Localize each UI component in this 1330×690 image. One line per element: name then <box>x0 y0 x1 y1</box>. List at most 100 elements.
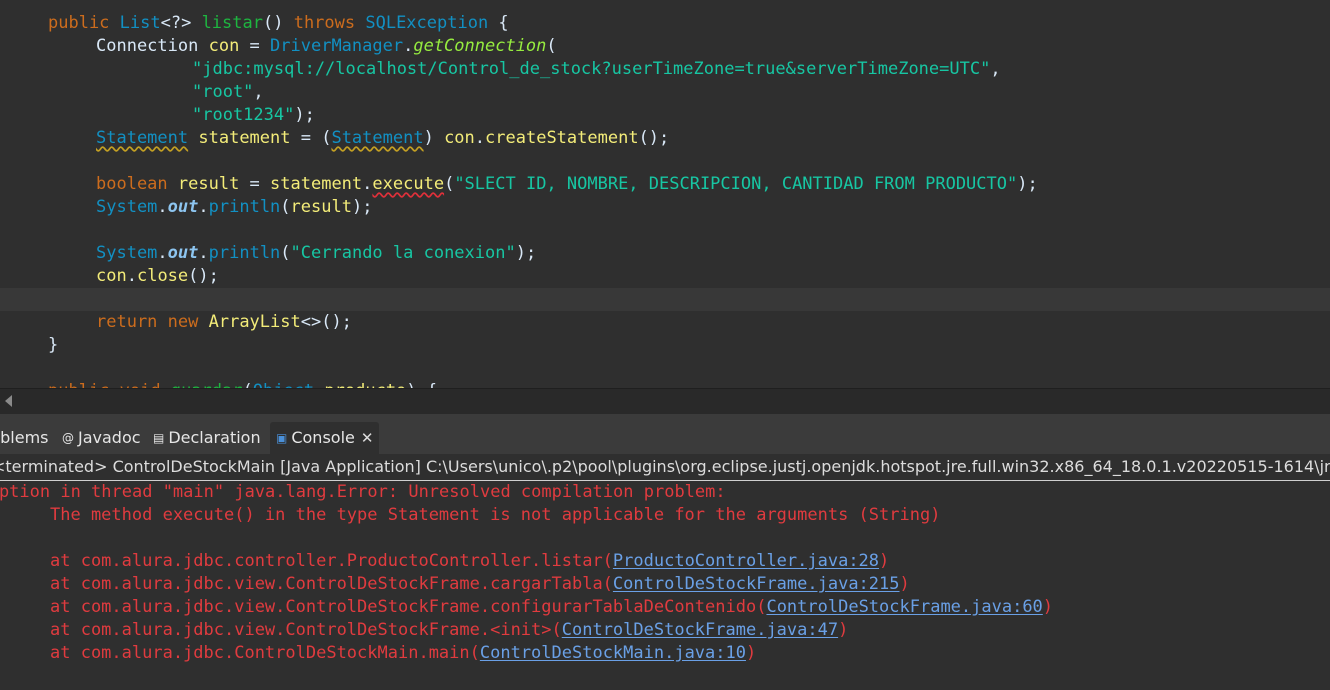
view-tab-bar: ⚠Problems @Javadoc ▤Declaration ▣Console… <box>0 414 1330 454</box>
code-token: SQLException <box>365 13 489 33</box>
stack-frame: at com.alura.jdbc.ControlDeStockMain.mai… <box>50 642 756 665</box>
code-token: ArrayList <box>208 312 301 332</box>
code-token: . <box>474 128 486 148</box>
code-line[interactable]: return new ArrayList<>(); <box>0 311 1330 334</box>
tab-declaration[interactable]: ▤ Declaration <box>153 422 261 454</box>
code-token: Connection <box>96 36 209 56</box>
console-icon: ▣ <box>276 431 288 445</box>
code-token: = <box>239 174 271 194</box>
close-icon[interactable]: ✕ <box>361 429 374 447</box>
code-line[interactable] <box>0 219 1330 242</box>
exception-line: Exception in thread "main" java.lang.Err… <box>0 482 736 502</box>
editor-horizontal-scrollbar[interactable] <box>0 388 1330 415</box>
tab-problems[interactable]: ⚠Problems <box>0 422 49 454</box>
stack-frame-method: at com.alura.jdbc.ControlDeStockMain.mai… <box>50 643 480 663</box>
code-editor[interactable]: public List<?> listar() throws SQLExcept… <box>0 0 1330 390</box>
code-token: statement <box>270 174 363 194</box>
source-link[interactable]: ProductoController.java:28 <box>613 551 879 571</box>
code-token: "root" <box>192 82 254 102</box>
scroll-left-arrow-icon[interactable] <box>5 395 12 407</box>
source-link[interactable]: ControlDeStockFrame.java:47 <box>562 620 838 640</box>
code-token: con <box>208 36 240 56</box>
code-token: , <box>990 59 1001 79</box>
code-token: execute <box>372 174 445 194</box>
code-token: = ( <box>290 128 332 148</box>
tab-javadoc[interactable]: @ Javadoc <box>62 422 141 454</box>
error-message: The method execute() in the type Stateme… <box>50 505 941 525</box>
code-token: ) <box>423 128 445 148</box>
code-token: println <box>208 197 281 217</box>
stack-frame-method: at com.alura.jdbc.view.ControlDeStockFra… <box>50 574 613 594</box>
code-token: "Cerrando la conexion" <box>290 243 516 263</box>
code-line[interactable]: "root1234"); <box>0 104 1330 127</box>
stack-frame-method: at com.alura.jdbc.view.ControlDeStockFra… <box>50 597 767 617</box>
source-link[interactable]: ControlDeStockFrame.java:60 <box>766 597 1042 617</box>
code-token: ); <box>351 197 373 217</box>
code-line[interactable]: Statement statement = (Statement) con.cr… <box>0 127 1330 150</box>
declaration-icon: ▤ <box>153 431 165 445</box>
code-token: out <box>167 197 199 217</box>
stack-frame: at com.alura.jdbc.view.ControlDeStockFra… <box>50 619 848 642</box>
code-token: listar <box>201 13 263 33</box>
code-token: result <box>177 174 240 194</box>
code-line[interactable]: "root", <box>0 81 1330 104</box>
code-token: con <box>96 266 127 286</box>
code-line[interactable]: con.close(); <box>0 265 1330 288</box>
code-token: . <box>198 243 209 263</box>
code-token: { <box>488 13 509 33</box>
code-line[interactable]: boolean result = statement.execute("SLEC… <box>0 173 1330 196</box>
code-token: ); <box>294 105 315 125</box>
code-token: . <box>157 243 168 263</box>
code-token: ( <box>280 197 291 217</box>
code-token: statement <box>198 128 291 148</box>
code-token: out <box>167 243 199 263</box>
console-output[interactable]: Exception in thread "main" java.lang.Err… <box>0 481 1330 690</box>
code-line[interactable]: System.out.println("Cerrando la conexion… <box>0 242 1330 265</box>
code-token: con <box>444 128 475 148</box>
code-token: DriverManager <box>270 36 404 56</box>
code-token: System <box>96 243 158 263</box>
code-token: return <box>96 312 168 332</box>
code-line[interactable]: Connection con = DriverManager.getConnec… <box>0 35 1330 58</box>
code-token: <?> <box>160 13 202 33</box>
code-token: getConnection <box>413 36 547 56</box>
code-token: } <box>48 335 59 355</box>
code-token: ); <box>1017 174 1038 194</box>
stack-frame: at com.alura.jdbc.controller.ProductoCon… <box>50 550 889 573</box>
stack-frame-method: at com.alura.jdbc.controller.ProductoCon… <box>50 551 613 571</box>
code-token: Statement <box>96 128 189 148</box>
stack-frame-end: ) <box>1042 597 1054 617</box>
code-line[interactable] <box>0 288 1330 311</box>
code-token: result <box>290 197 352 217</box>
code-token: createStatement <box>485 128 639 148</box>
code-token: "root1234" <box>192 105 295 125</box>
code-token: List <box>119 13 161 33</box>
stack-frame-end: ) <box>879 551 890 571</box>
code-line[interactable] <box>0 357 1330 380</box>
source-link[interactable]: ControlDeStockFrame.java:215 <box>613 574 900 594</box>
code-token: boolean <box>96 174 178 194</box>
console-process-label: <terminated> ControlDeStockMain [Java Ap… <box>0 454 1330 481</box>
code-token: new <box>167 312 209 332</box>
code-token: (); <box>638 128 670 148</box>
code-token: . <box>126 266 137 286</box>
code-token: () <box>262 13 294 33</box>
code-token: "SLECT ID, NOMBRE, DESCRIPCION, CANTIDAD… <box>454 174 1018 194</box>
code-token: (); <box>188 266 219 286</box>
source-link[interactable]: ControlDeStockMain.java:10 <box>480 643 746 663</box>
stack-frame: at com.alura.jdbc.view.ControlDeStockFra… <box>50 573 910 596</box>
code-line[interactable]: } <box>0 334 1330 357</box>
javadoc-icon: @ <box>62 431 74 445</box>
code-token: <>(); <box>300 312 352 332</box>
stack-frame-method: at com.alura.jdbc.view.ControlDeStockFra… <box>50 620 562 640</box>
code-token: ( <box>444 174 455 194</box>
code-token: , <box>253 82 264 102</box>
code-line[interactable]: System.out.println(result); <box>0 196 1330 219</box>
code-token: ); <box>515 243 537 263</box>
stack-frame-end: ) <box>838 620 849 640</box>
code-line[interactable]: public List<?> listar() throws SQLExcept… <box>0 12 1330 35</box>
code-line[interactable]: "jdbc:mysql://localhost/Control_de_stock… <box>0 58 1330 81</box>
tab-console[interactable]: ▣ Console ✕ <box>270 422 380 454</box>
code-line[interactable] <box>0 150 1330 173</box>
code-token: . <box>157 197 168 217</box>
